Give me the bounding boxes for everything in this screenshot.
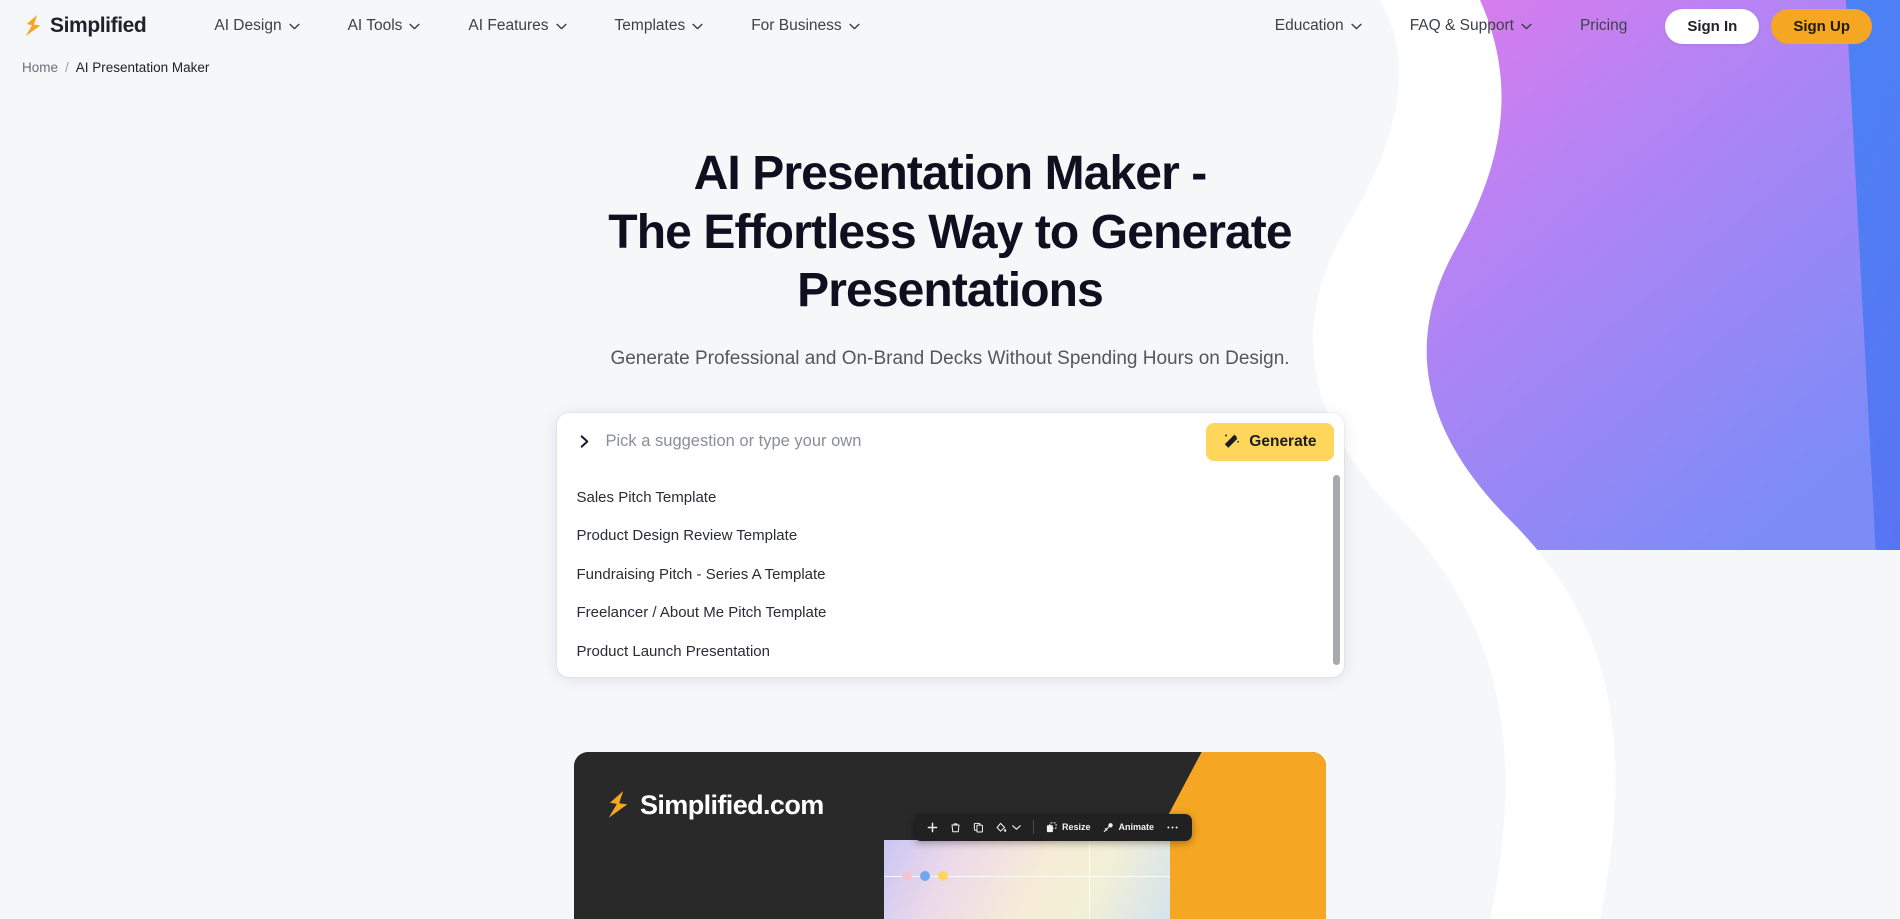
suggestion-scrollbar[interactable] xyxy=(1332,474,1340,665)
nav-label: FAQ & Support xyxy=(1409,17,1514,34)
gradient-blob-left xyxy=(0,512,73,899)
trash-icon xyxy=(951,822,960,832)
toolbar-fill-color-button[interactable] xyxy=(991,819,1026,836)
toolbar-animate-label: Animate xyxy=(1118,822,1155,833)
nav-item-for-business[interactable]: For Business xyxy=(727,9,883,43)
chevron-down-icon xyxy=(555,23,567,29)
canvas-dot-pink xyxy=(902,870,912,881)
hero-section: AI Presentation Maker - The Effortless W… xyxy=(0,75,1900,370)
page-title: AI Presentation Maker - The Effortless W… xyxy=(470,145,1430,321)
duplicate-icon xyxy=(973,822,983,833)
page-title-line-2: The Effortless Way to Generate xyxy=(608,205,1292,259)
toolbar-duplicate-button[interactable] xyxy=(968,819,989,836)
toolbar-resize-button[interactable]: Resize xyxy=(1041,819,1096,836)
generate-button[interactable]: Generate xyxy=(1206,422,1334,461)
nav-primary-links: AI Design AI Tools AI Features Templates… xyxy=(190,9,883,43)
resize-icon xyxy=(1046,822,1057,832)
simplified-logo-icon xyxy=(608,791,628,818)
simplified-logo-icon xyxy=(25,15,41,37)
chevron-down-icon xyxy=(1012,824,1021,830)
page-title-line-3: Presentations xyxy=(797,264,1104,318)
preview-brand-logo: Simplified.com xyxy=(604,790,824,821)
nav-item-ai-features[interactable]: AI Features xyxy=(444,9,590,43)
page-root: Simplified AI Design AI Tools AI Feature… xyxy=(0,0,1900,919)
page-subtitle: Generate Professional and On-Brand Decks… xyxy=(610,347,1290,369)
breadcrumb-current-page: AI Presentation Maker xyxy=(75,60,210,75)
nav-label: AI Design xyxy=(214,17,282,34)
brand-logo[interactable]: Simplified xyxy=(22,14,147,38)
nav-label: AI Tools xyxy=(347,17,403,34)
generate-button-label: Generate xyxy=(1249,432,1317,450)
toolbar-add-button[interactable] xyxy=(922,819,943,836)
top-navigation-bar: Simplified AI Design AI Tools AI Feature… xyxy=(0,0,1900,52)
nav-label: AI Features xyxy=(468,17,549,34)
toolbar-divider xyxy=(1033,820,1034,835)
suggestion-item[interactable]: Freelancer / About Me Pitch Template xyxy=(557,594,1344,633)
preview-canvas-slide xyxy=(884,839,1170,919)
nav-item-templates[interactable]: Templates xyxy=(591,9,728,43)
chevron-down-icon xyxy=(1521,23,1532,29)
animate-icon xyxy=(1103,822,1113,832)
breadcrumb: Home / AI Presentation Maker xyxy=(0,52,1900,75)
more-options-icon xyxy=(1167,826,1178,829)
chevron-down-icon xyxy=(692,23,703,29)
brand-name: Simplified xyxy=(50,14,147,37)
breadcrumb-separator: / xyxy=(65,60,69,75)
toolbar-resize-label: Resize xyxy=(1062,822,1091,833)
nav-item-ai-tools[interactable]: AI Tools xyxy=(324,9,445,43)
nav-item-ai-design[interactable]: AI Design xyxy=(190,9,323,43)
suggestion-item[interactable]: Fundraising Pitch - Series A Template xyxy=(557,556,1344,595)
canvas-floating-toolbar: Resize Animate xyxy=(914,813,1193,841)
nav-label: Pricing xyxy=(1579,17,1628,34)
plus-icon xyxy=(927,822,938,832)
suggestion-dropdown: Sales Pitch Template Product Design Revi… xyxy=(557,471,1344,677)
prompt-search-card: Generate Sales Pitch Template Product De… xyxy=(556,412,1344,677)
search-input[interactable] xyxy=(605,412,1207,471)
chevron-down-icon xyxy=(409,23,421,29)
nav-label: Templates xyxy=(614,17,686,34)
breadcrumb-home-link[interactable]: Home xyxy=(22,60,58,75)
toolbar-delete-button[interactable] xyxy=(945,819,966,836)
page-title-line-1: AI Presentation Maker - xyxy=(693,147,1208,200)
toolbar-more-button[interactable] xyxy=(1161,819,1184,836)
suggestion-item[interactable]: Sales Pitch Template xyxy=(557,479,1344,518)
nav-label: For Business xyxy=(751,17,842,34)
nav-label: Education xyxy=(1274,17,1344,34)
magic-wand-icon xyxy=(1225,434,1240,448)
chevron-down-icon xyxy=(849,23,860,29)
chevron-right-icon xyxy=(580,435,588,448)
canvas-dot-blue xyxy=(920,870,930,881)
prompt-search-row: Generate xyxy=(557,412,1344,471)
nav-secondary-links: Education FAQ & Support Pricing Sign In … xyxy=(1251,8,1878,44)
sign-in-button[interactable]: Sign In xyxy=(1665,8,1760,44)
sign-up-button[interactable]: Sign Up xyxy=(1771,8,1872,44)
product-preview-section: Simplified.com Resize Animate xyxy=(574,751,1326,919)
toolbar-animate-button[interactable]: Animate xyxy=(1098,819,1160,836)
paint-bucket-icon xyxy=(996,822,1007,832)
suggestion-item[interactable]: Product Design Review Template xyxy=(557,517,1344,556)
prompt-search-panel: Generate Sales Pitch Template Product De… xyxy=(556,412,1344,677)
nav-item-faq-support[interactable]: FAQ & Support xyxy=(1386,9,1556,43)
canvas-guide-vertical xyxy=(1089,839,1090,919)
chevron-down-icon xyxy=(288,23,300,29)
chevron-down-icon xyxy=(1351,23,1362,29)
preview-brand-name: Simplified.com xyxy=(640,789,824,820)
nav-item-pricing[interactable]: Pricing xyxy=(1556,9,1651,43)
product-preview-card[interactable]: Simplified.com Resize Animate xyxy=(574,751,1326,919)
nav-item-education[interactable]: Education xyxy=(1251,9,1386,43)
suggestion-item[interactable]: Product Launch Presentation xyxy=(557,633,1344,672)
canvas-dot-yellow xyxy=(938,870,948,881)
